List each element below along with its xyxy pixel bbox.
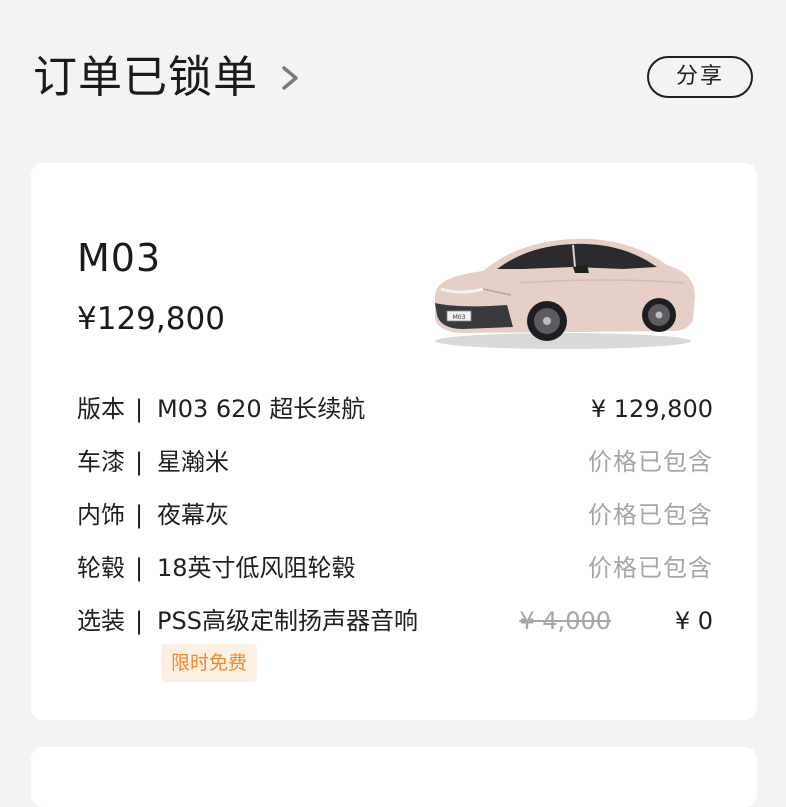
spec-label: 选装	[77, 607, 125, 635]
spec-row-options: 选装 | PSS高级定制扬声器音响 ¥ 4,000 ¥ 0	[77, 603, 713, 643]
spec-row-interior: 内饰 | 夜幕灰 价格已包含	[77, 497, 713, 537]
spec-value: 18英寸低风阻轮毂	[157, 554, 356, 582]
spec-label: 轮毂	[77, 554, 125, 582]
spec-price: ¥ 129,800	[590, 395, 713, 423]
model-name: M03	[77, 236, 162, 280]
spec-row-wheels: 轮毂 | 18英寸低风阻轮毂 价格已包含	[77, 550, 713, 590]
spec-label: 车漆	[77, 448, 125, 476]
spec-separator: |	[135, 501, 144, 529]
spec-price: 价格已包含	[588, 448, 713, 476]
promo-badge: 限时免费	[161, 644, 257, 682]
chevron-right-icon	[282, 66, 298, 90]
order-status-title[interactable]: 订单已锁单	[33, 50, 304, 106]
next-card	[31, 747, 757, 807]
spec-separator: |	[135, 607, 144, 635]
spec-row-version: 版本 | M03 620 超长续航 ¥ 129,800	[77, 391, 713, 431]
spec-label: 内饰	[77, 501, 125, 529]
spec-value: 夜幕灰	[157, 501, 229, 529]
order-status-label: 订单已锁单	[33, 52, 258, 103]
spec-price: 价格已包含	[588, 501, 713, 529]
spec-value: M03 620 超长续航	[157, 395, 366, 423]
spec-separator: |	[135, 448, 144, 476]
spec-value: PSS高级定制扬声器音响	[157, 607, 418, 635]
spec-price: 价格已包含	[588, 554, 713, 582]
car-image: M03	[435, 238, 695, 349]
spec-price: ¥ 0	[674, 607, 713, 635]
spec-label: 版本	[77, 395, 125, 423]
page-header: 订单已锁单 分享	[0, 0, 786, 150]
share-button[interactable]: 分享	[647, 56, 753, 98]
model-price: ¥129,800	[77, 301, 225, 337]
spec-value: 星瀚米	[157, 448, 229, 476]
original-price: ¥ 4,000	[519, 607, 611, 635]
spec-row-paint: 车漆 | 星瀚米 价格已包含	[77, 444, 713, 484]
spec-separator: |	[135, 554, 144, 582]
order-summary-card: M03 ¥129,800 M03 版本 | M03 620 超长续航 ¥ 129…	[31, 163, 757, 720]
spec-separator: |	[135, 395, 144, 423]
svg-text:M03: M03	[453, 314, 466, 321]
